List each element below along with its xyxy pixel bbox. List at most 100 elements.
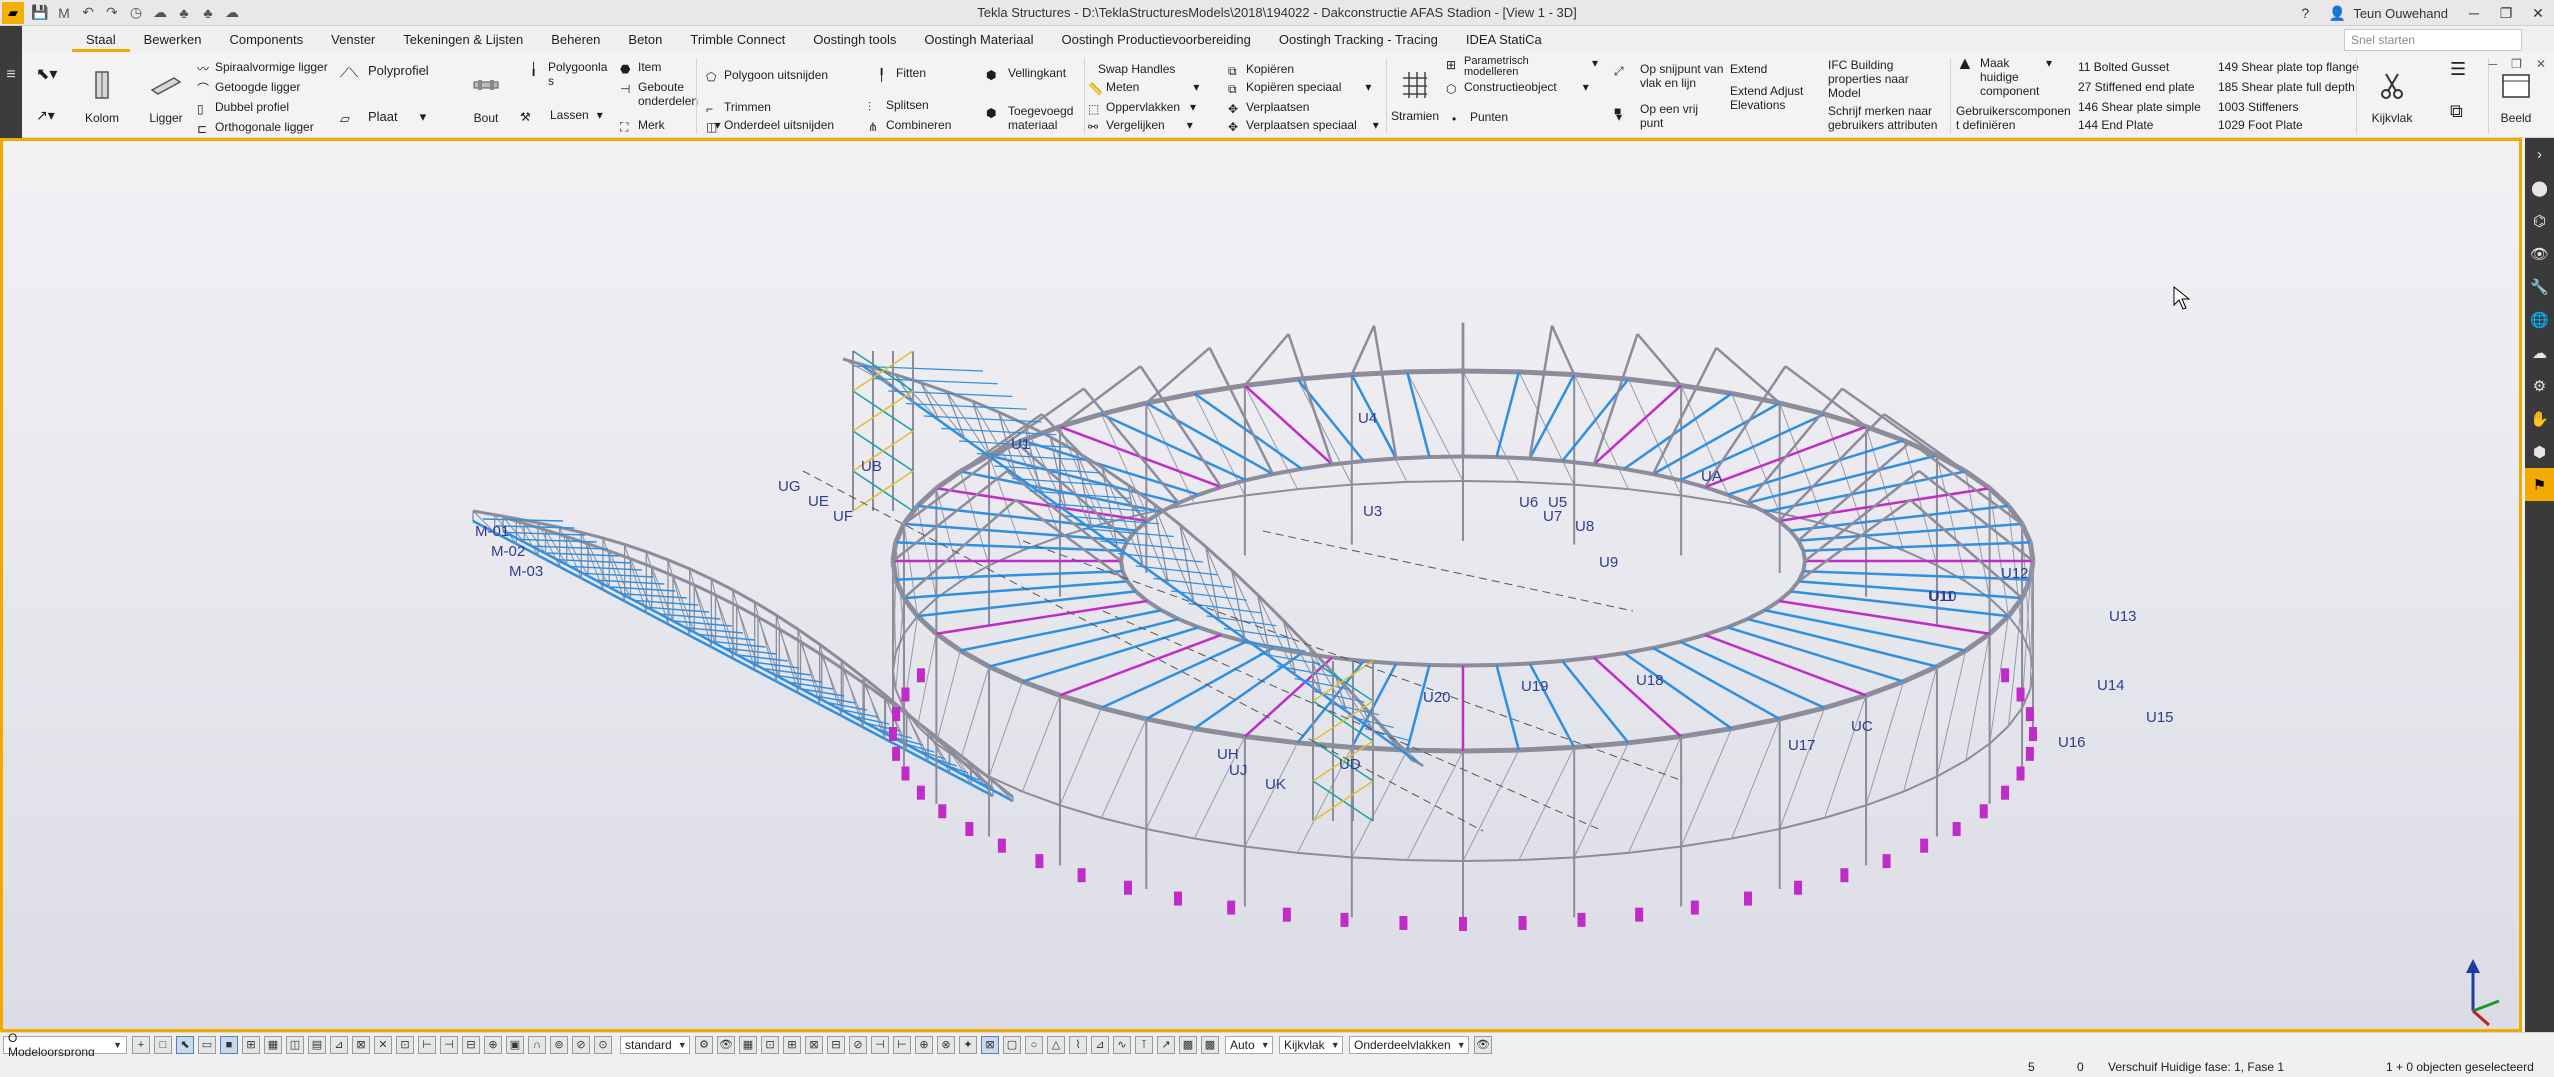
snap-9-icon[interactable]: ⊕ (915, 1035, 933, 1054)
snap-18-icon[interactable]: ∿ (1113, 1035, 1131, 1054)
globe-icon[interactable]: 🌐 (2525, 303, 2554, 336)
snap-2-icon[interactable]: ⊡ (761, 1035, 779, 1054)
select-component-icon[interactable]: ⊞ (242, 1035, 260, 1054)
select-line-icon[interactable]: ⊢ (418, 1035, 436, 1054)
splitsen-button[interactable]: ⫶ Splitsen (868, 98, 929, 114)
schrijf-merken-button[interactable]: Schrijf merken naar gebruikers attribute… (1828, 104, 1944, 132)
snap-22-icon[interactable]: ▩ (1201, 1035, 1219, 1054)
snap-11-icon[interactable]: ✦ (959, 1035, 977, 1054)
snap-21-icon[interactable]: ▩ (1179, 1035, 1197, 1054)
select-plane-icon[interactable]: ⊠ (352, 1035, 370, 1054)
component-shear-plate-top-flange[interactable]: 149 Shear plate top flange (2218, 60, 2359, 74)
tab-venster[interactable]: Venster (317, 30, 389, 52)
maak-huidige-component-button[interactable]: ▲ Maak huidige component▾ (1956, 54, 2052, 98)
model-menu-button[interactable]: M (52, 0, 76, 26)
select-bar-icon[interactable]: ⊘ (572, 1035, 590, 1054)
select-surface-icon[interactable]: ⊟ (462, 1035, 480, 1054)
select-grid-icon[interactable]: ▦ (264, 1035, 282, 1054)
organizer-icon[interactable]: ⚑ (2525, 468, 2554, 501)
getoogde-ligger-button[interactable]: ⌒ Getoogde ligger (197, 80, 300, 96)
snap-7-icon[interactable]: ⊣ (871, 1035, 889, 1054)
onderdeel-uitsnijden-button[interactable]: ◫ Onderdeel uitsnijden (706, 118, 834, 134)
component-shear-plate-simple[interactable]: 146 Shear plate simple (2078, 100, 2201, 114)
minimize-icon[interactable]: ─ (2458, 0, 2490, 26)
snap-4-icon[interactable]: ⊠ (805, 1035, 823, 1054)
kijkvlak-button[interactable]: Kijkvlak (2366, 70, 2418, 125)
tab-oostingh-productievoorbereiding[interactable]: Oostingh Productievoorbereiding (1048, 30, 1265, 52)
combineren-button[interactable]: ⋔ Combineren (868, 118, 951, 134)
select-pour-icon[interactable]: ⊣ (440, 1035, 458, 1054)
hand-icon[interactable]: ✋ (2525, 402, 2554, 435)
select-assembly-icon[interactable]: ■ (220, 1035, 238, 1054)
snap-15-icon[interactable]: △ (1047, 1035, 1065, 1054)
select-mesh-icon[interactable]: ⊙ (594, 1035, 612, 1054)
vellingkant-button[interactable]: ⬢ Vellingkant (986, 66, 1066, 82)
tab-idea-statica[interactable]: IDEA StatiCa (1452, 30, 1556, 52)
snap-20-icon[interactable]: ↗ (1157, 1035, 1175, 1054)
component-end-plate[interactable]: 144 End Plate (2078, 118, 2153, 132)
tekla-menu-button[interactable]: ▰ (2, 1, 24, 24)
snap-icon[interactable]: ↗▾ (36, 108, 55, 122)
beeld-button[interactable]: Beeld (2494, 70, 2538, 125)
snap-3-icon[interactable]: ⊞ (783, 1035, 801, 1054)
component-stiffeners[interactable]: 1003 Stiffeners (2218, 100, 2299, 114)
bout-button[interactable]: Bout (466, 70, 506, 125)
select-part-icon[interactable]: ▭ (198, 1035, 216, 1054)
geboute-onderdelen-button[interactable]: ⊣ Geboute onderdelen (620, 80, 708, 108)
settings-icon[interactable]: ⚙ (2525, 369, 2554, 402)
snap-5-icon[interactable]: ⊟ (827, 1035, 845, 1054)
cube-icon[interactable]: ⬢ (2525, 435, 2554, 468)
tab-trimble-connect[interactable]: Trimble Connect (676, 30, 799, 52)
undo-icon[interactable]: ↶ (76, 0, 100, 26)
polygoonlas-button[interactable]: ╽ Polygoonla s (530, 60, 607, 88)
lassen-button[interactable]: ⚒ Lassen ▾ (520, 108, 603, 124)
stramien-button[interactable]: Stramien (1388, 68, 1442, 123)
select-view-icon[interactable]: ▣ (506, 1035, 524, 1054)
select-weld-icon[interactable]: ◫ (286, 1035, 304, 1054)
close-icon[interactable]: ✕ (2522, 0, 2554, 26)
snap-12-icon[interactable]: ⊠ (981, 1035, 999, 1054)
swap-handles-button[interactable]: Swap Handles (1088, 62, 1175, 76)
gebruikerscomponent-definieren-button[interactable]: Gebruikerscomponen t definiëren (1956, 104, 2072, 132)
snap-16-icon[interactable]: ⌇ (1069, 1035, 1087, 1054)
quick-search-input[interactable]: Snel starten (2344, 29, 2522, 51)
help-icon[interactable]: ? (2289, 0, 2321, 26)
select-reference-icon[interactable]: ✕ (374, 1035, 392, 1054)
cloud-panel-icon[interactable]: ☁ (2525, 336, 2554, 369)
ligger-button[interactable]: Ligger (146, 70, 186, 125)
tab-beheren[interactable]: Beheren (537, 30, 614, 52)
verplaatsen-button[interactable]: ✥ Verplaatsen (1228, 100, 1309, 116)
kopieren-speciaal-button[interactable]: ⧉ Kopiëren speciaal ▾ (1228, 80, 1371, 96)
select-bolt-icon[interactable]: ▤ (308, 1035, 326, 1054)
tab-oostingh-tools[interactable]: Oostingh tools (799, 30, 910, 52)
catalog-icon[interactable]: ⌬ (2525, 204, 2554, 237)
select-arrow-icon[interactable]: ⬉▾ (36, 67, 57, 83)
select-object-icon[interactable]: ⊚ (550, 1035, 568, 1054)
dubbel-profiel-button[interactable]: ▯ Dubbel profiel (197, 100, 289, 116)
punten-button[interactable]: • Punten ▾ (1452, 110, 1622, 126)
oppervlakken-button[interactable]: ⬚ Oppervlakken ▾ (1088, 100, 1196, 116)
select-task-icon[interactable]: ⊕ (484, 1035, 502, 1054)
visibility-eye-icon[interactable]: 👁 (1474, 1035, 1492, 1054)
restore-icon[interactable]: ❐ (2490, 0, 2522, 26)
fitten-button[interactable]: ╿ Fitten (878, 66, 926, 82)
extend-button[interactable]: Extend (1730, 62, 1767, 76)
spiraalvormige-ligger-button[interactable]: 〰 Spiraalvormige ligger (197, 60, 328, 76)
meten-button[interactable]: 📏 Meten ▾ (1088, 80, 1199, 96)
polygoon-uitsnijden-button[interactable]: ⬠ Polygoon uitsnijden (706, 68, 828, 84)
select-magnet-icon[interactable]: ∩ (528, 1035, 546, 1054)
snap-1-icon[interactable]: ▦ (739, 1035, 757, 1054)
expand-arrow-icon[interactable]: › (2525, 138, 2554, 171)
verplaatsen-speciaal-button[interactable]: ✥ Verplaatsen speciaal ▾ (1228, 118, 1379, 134)
tab-oostingh-tracking-tracing[interactable]: Oostingh Tracking - Tracing (1265, 30, 1452, 52)
kopieren-button[interactable]: ⧉ Kopiëren (1228, 62, 1294, 78)
steel-structure-model[interactable]: UGUEUFUBU1U3U4U5U6U7U8U9U10U11U12U13U14U… (3, 141, 2519, 1029)
toegevoegd-materiaal-button[interactable]: ⬢ Toegevoegd materiaal (986, 104, 1074, 132)
properties-icon[interactable]: ⬤ (2525, 171, 2554, 204)
views-icon[interactable]: 👁 (2525, 237, 2554, 270)
plaat-button[interactable]: ▱ Plaat ▾ (340, 110, 426, 126)
toggle-1[interactable]: + (132, 1035, 150, 1054)
history-icon[interactable]: ◷ (124, 0, 148, 26)
auto-dropdown[interactable]: Auto ▼ (1225, 1035, 1273, 1054)
tab-oostingh-materiaal[interactable]: Oostingh Materiaal (910, 30, 1047, 52)
